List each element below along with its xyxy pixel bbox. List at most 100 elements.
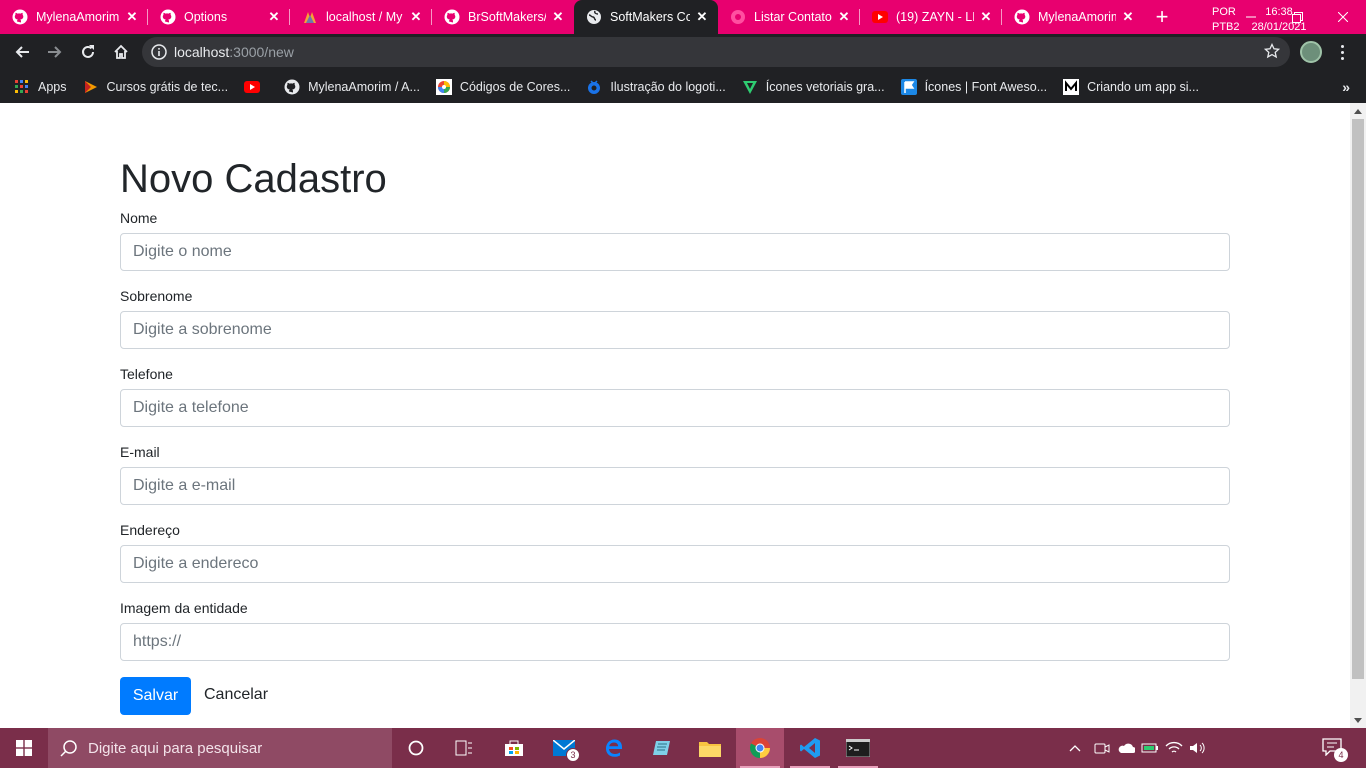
- info-icon[interactable]: [144, 44, 174, 60]
- onedrive-icon[interactable]: [1114, 742, 1138, 754]
- tab-mylenaamorim-2[interactable]: MylenaAmorim ✕: [1002, 0, 1144, 34]
- close-icon[interactable]: ✕: [124, 9, 140, 25]
- apps-grid-icon: [14, 79, 30, 95]
- tab-youtube-zayn[interactable]: (19) ZAYN - LIK ✕: [860, 0, 1002, 34]
- page-title: Novo Cadastro: [120, 157, 387, 201]
- page-viewport: Novo Cadastro Nome Sobrenome Telefone E-…: [0, 103, 1350, 728]
- search-placeholder: Digite aqui para pesquisar: [88, 739, 263, 757]
- telefone-input[interactable]: [120, 389, 1230, 427]
- file-explorer-icon[interactable]: [686, 728, 734, 768]
- youtube-icon: [872, 9, 888, 25]
- new-tab-button[interactable]: +: [1144, 0, 1180, 34]
- close-icon[interactable]: ✕: [408, 9, 424, 25]
- endereco-label: Endereço: [120, 522, 180, 538]
- bookmark-ilustracao[interactable]: Ilustração do logoti...: [586, 79, 726, 95]
- clock-date: 28/01/2021: [1251, 21, 1307, 33]
- bookmark-cursos[interactable]: Cursos grátis de tec...: [83, 79, 228, 95]
- tab-options[interactable]: Options ✕: [148, 0, 290, 34]
- browser-toolbar: localhost:3000/new: [0, 34, 1366, 70]
- email-input[interactable]: [120, 467, 1230, 505]
- task-view-icon[interactable]: [440, 728, 488, 768]
- bookmark-codigos-cores[interactable]: Códigos de Cores...: [435, 78, 570, 95]
- windows-start-icon[interactable]: [0, 728, 48, 768]
- github-icon: [284, 79, 300, 95]
- youtube-icon: [244, 79, 261, 95]
- search-icon: [60, 739, 78, 757]
- cortana-icon[interactable]: [392, 728, 440, 768]
- github-icon: [444, 9, 460, 25]
- mail-icon[interactable]: 3: [540, 728, 588, 768]
- bookmark-star-icon[interactable]: [1263, 42, 1281, 64]
- scroll-up-icon[interactable]: [1350, 103, 1366, 119]
- tab-brsoftmakers[interactable]: BrSoftMakers/ ✕: [432, 0, 574, 34]
- cancel-button[interactable]: Cancelar: [204, 686, 268, 704]
- vscode-icon[interactable]: [786, 728, 834, 768]
- email-label: E-mail: [120, 444, 160, 460]
- imagem-input[interactable]: [120, 623, 1230, 661]
- forward-button[interactable]: [39, 36, 71, 68]
- medium-icon: [1063, 78, 1080, 95]
- scroll-down-icon[interactable]: [1350, 712, 1366, 728]
- tab-title: SoftMakers Co: [610, 10, 690, 24]
- color-wheel-icon: [435, 78, 452, 95]
- bookmark-icones-vetoriais[interactable]: Ícones vetoriais gra...: [742, 79, 885, 95]
- scroll-thumb[interactable]: [1352, 119, 1364, 679]
- address-bar[interactable]: localhost:3000/new: [142, 37, 1290, 67]
- bookmark-github-mylena[interactable]: MylenaAmorim / A...: [284, 79, 420, 95]
- close-window-button[interactable]: [1320, 0, 1366, 34]
- reload-button[interactable]: [72, 36, 104, 68]
- close-icon[interactable]: ✕: [978, 9, 994, 25]
- home-button[interactable]: [105, 36, 137, 68]
- profile-avatar[interactable]: [1300, 41, 1322, 63]
- bookmark-label: Ícones | Font Aweso...: [924, 79, 1048, 94]
- bookmarks-bar: Apps Cursos grátis de tec... MylenaAmori…: [0, 70, 1366, 103]
- close-icon[interactable]: ✕: [266, 9, 282, 25]
- input-language[interactable]: POR PTB2: [1212, 5, 1240, 35]
- save-button[interactable]: Salvar: [120, 677, 191, 715]
- chrome-taskbar-icon[interactable]: [736, 728, 784, 768]
- tab-listar-contatos[interactable]: Listar Contatos ✕: [718, 0, 860, 34]
- nome-input[interactable]: [120, 233, 1230, 271]
- courses-icon: [83, 79, 99, 95]
- flag-icon: [900, 78, 917, 95]
- tab-mylenaamorim-1[interactable]: MylenaAmorim ✕: [0, 0, 148, 34]
- clock[interactable]: 16:38 28/01/2021: [1246, 5, 1312, 35]
- wifi-icon[interactable]: [1162, 741, 1186, 755]
- chevron-up-icon[interactable]: [1066, 744, 1084, 752]
- notes-app-icon[interactable]: [638, 728, 686, 768]
- tab-softmakers-active[interactable]: SoftMakers Co ✕: [574, 0, 718, 34]
- volume-icon[interactable]: [1186, 741, 1210, 755]
- bookmarks-overflow-icon[interactable]: »: [1342, 79, 1350, 95]
- close-icon[interactable]: ✕: [1120, 9, 1136, 25]
- edge-icon[interactable]: [590, 728, 638, 768]
- close-icon[interactable]: ✕: [836, 9, 852, 25]
- github-icon: [12, 9, 28, 25]
- mail-badge: 3: [566, 748, 580, 762]
- tab-title: (19) ZAYN - LIK: [896, 10, 974, 24]
- tab-localhost-phpmyadmin[interactable]: localhost / My ✕: [290, 0, 432, 34]
- language-code: POR: [1212, 6, 1236, 18]
- terminal-icon[interactable]: [834, 728, 882, 768]
- bookmark-criando-app[interactable]: Criando um app si...: [1063, 78, 1199, 95]
- clock-time: 16:38: [1265, 6, 1293, 18]
- bookmark-youtube[interactable]: [244, 79, 268, 95]
- close-icon[interactable]: ✕: [694, 9, 710, 25]
- taskbar-search[interactable]: Digite aqui para pesquisar: [48, 728, 392, 768]
- battery-icon[interactable]: [1138, 742, 1162, 754]
- keyboard-layout: PTB2: [1212, 21, 1240, 33]
- telefone-label: Telefone: [120, 366, 173, 382]
- bookmark-font-awesome[interactable]: Ícones | Font Aweso...: [900, 78, 1048, 95]
- close-icon[interactable]: ✕: [550, 9, 566, 25]
- back-button[interactable]: [6, 36, 38, 68]
- endereco-input[interactable]: [120, 545, 1230, 583]
- page-scrollbar[interactable]: [1350, 103, 1366, 728]
- sobrenome-input[interactable]: [120, 311, 1230, 349]
- bookmark-label: Apps: [38, 79, 67, 94]
- bookmark-apps[interactable]: Apps: [14, 79, 67, 95]
- store-icon[interactable]: [490, 728, 538, 768]
- bookmark-label: MylenaAmorim / A...: [308, 79, 420, 94]
- logo-icon: [586, 79, 602, 95]
- menu-kebab-icon[interactable]: [1334, 40, 1350, 64]
- meet-now-icon[interactable]: [1090, 741, 1114, 755]
- tab-title: BrSoftMakers/: [468, 10, 546, 24]
